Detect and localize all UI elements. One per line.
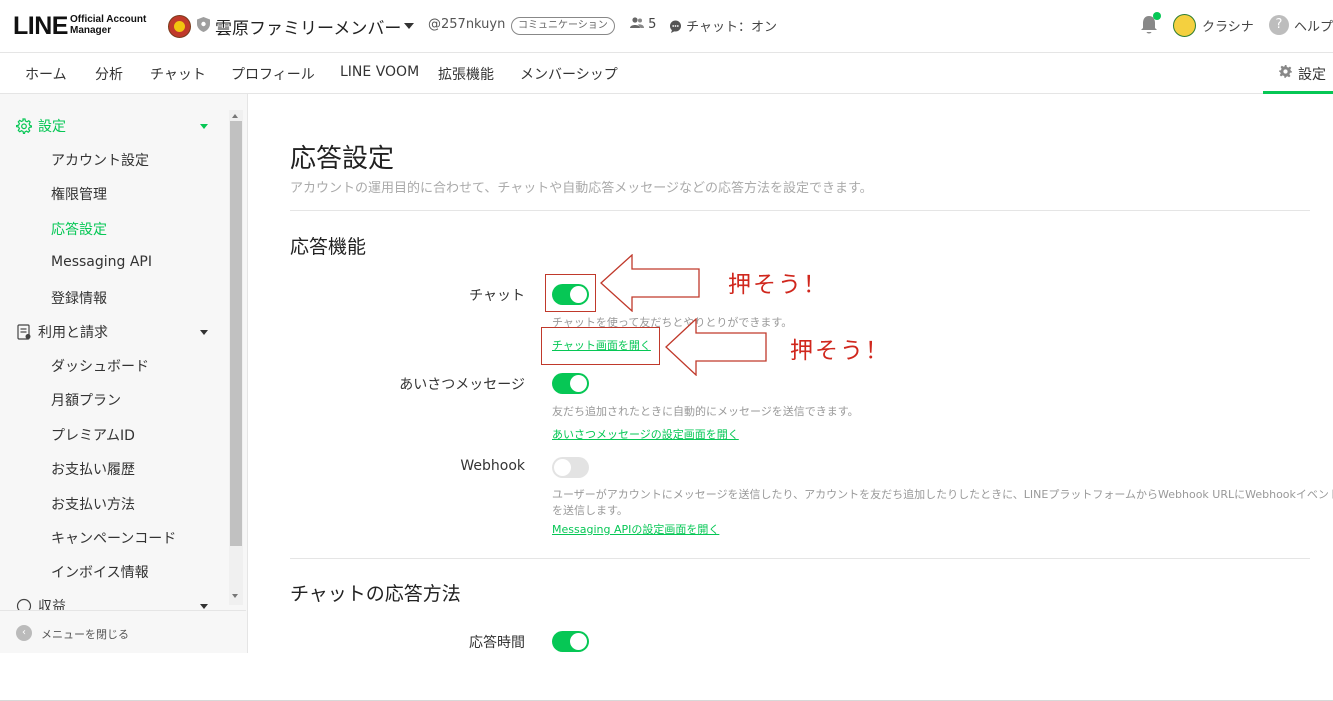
sidebar-item-permissions[interactable]: 権限管理 (51, 184, 107, 204)
greeting-message-label: あいさつメッセージ (399, 377, 525, 393)
sidebar-item-messaging-api[interactable]: Messaging API (51, 254, 152, 270)
chevron-left-icon: ‹ (16, 625, 32, 641)
response-time-toggle[interactable] (552, 631, 589, 652)
chat-label: チャット (469, 288, 525, 304)
webhook-help-text-line1: ユーザーがアカウントにメッセージを送信したり、アカウントを友だち追加したりしたと… (552, 488, 1333, 501)
webhook-help-text-line2: を送信します。 (552, 504, 628, 517)
annotation-arrow-icon (665, 318, 767, 376)
annotation-highlight-box (545, 274, 596, 312)
messaging-api-settings-link[interactable]: Messaging APIの設定画面を開く (552, 521, 719, 537)
nav-settings[interactable]: 設定 (1263, 53, 1333, 94)
greeting-message-toggle[interactable] (552, 373, 589, 394)
friends-count: 5 (630, 17, 656, 32)
account-avatar[interactable] (168, 15, 191, 38)
logo-subtitle-line1: Official Account (70, 14, 147, 25)
notification-dot (1153, 12, 1161, 20)
sidebar-item-payment-history[interactable]: お支払い履歴 (51, 459, 135, 479)
main-nav: ホーム 分析 チャット プロフィール LINE VOOM 拡張機能 メンバーシッ… (0, 53, 1333, 94)
webhook-label: Webhook (460, 458, 525, 474)
toggle-knob (554, 459, 571, 476)
line-logo[interactable]: LINE (13, 12, 68, 41)
chevron-down-icon[interactable] (200, 330, 208, 335)
gear-icon (1279, 65, 1292, 78)
toggle-knob (570, 375, 587, 392)
account-id: @257nkuyn (428, 17, 506, 32)
sidebar-item-payment-method[interactable]: お支払い方法 (51, 494, 135, 514)
annotation-highlight-box (541, 327, 660, 365)
account-name-selector[interactable]: 雲原ファミリーメンバー (215, 14, 401, 39)
chat-bubble-icon (670, 20, 681, 33)
divider (290, 558, 1310, 559)
chat-status-text: チャット：オン (686, 20, 778, 35)
sidebar-item-monthly-plan[interactable]: 月額プラン (51, 390, 121, 410)
nav-settings-label: 設定 (1298, 67, 1326, 83)
nav-membership[interactable]: メンバーシップ (520, 64, 618, 84)
top-header: LINE Official Account Manager 雲原ファミリーメンバ… (0, 0, 1333, 53)
logo-subtitle-line2: Manager (70, 25, 112, 36)
sidebar-item-campaign-code[interactable]: キャンペーンコード (51, 528, 176, 548)
sidebar-item-response-settings[interactable]: 応答設定 (51, 219, 107, 239)
response-time-label: 応答時間 (469, 635, 525, 651)
toggle-knob (570, 633, 587, 650)
chat-status: チャット：オン (669, 16, 777, 35)
gear-outline-icon (15, 118, 33, 135)
greeting-help-text: 友だち追加されたときに自動的にメッセージを送信できます。 (552, 405, 859, 418)
section-title-response-features: 応答機能 (290, 236, 367, 258)
scroll-up-arrow-icon[interactable] (232, 114, 238, 118)
annotation-note: 押そう！ (790, 338, 890, 364)
sidebar-group-settings-label: 設定 (38, 119, 66, 135)
sidebar: 設定 アカウント設定 権限管理 応答設定 Messaging API 登録情報 … (0, 94, 248, 653)
sidebar-group-settings[interactable]: 設定 (15, 116, 66, 136)
nav-chat[interactable]: チャット (150, 64, 206, 84)
nav-line-voom[interactable]: LINE VOOM (340, 64, 419, 80)
close-menu-button[interactable]: ‹ メニューを閉じる (0, 610, 246, 653)
shield-icon (197, 17, 210, 32)
nav-extensions[interactable]: 拡張機能 (438, 64, 494, 84)
document-icon (17, 324, 31, 340)
user-name[interactable]: クラシナ (1202, 16, 1254, 35)
greeting-settings-link[interactable]: あいさつメッセージの設定画面を開く (552, 426, 739, 442)
close-menu-label: メニューを閉じる (41, 628, 129, 641)
sidebar-scrollbar-thumb[interactable] (230, 121, 242, 546)
sidebar-item-registration-info[interactable]: 登録情報 (51, 288, 107, 308)
sidebar-item-invoice-info[interactable]: インボイス情報 (51, 562, 149, 582)
sidebar-item-dashboard[interactable]: ダッシュボード (51, 356, 149, 376)
annotation-note: 押そう！ (728, 272, 828, 298)
section-title-chat-response-method: チャットの応答方法 (290, 583, 461, 605)
account-category-badge: コミュニケーション (511, 17, 615, 35)
scroll-down-arrow-icon[interactable] (232, 594, 238, 598)
webhook-toggle[interactable] (552, 457, 589, 478)
nav-home[interactable]: ホーム (25, 64, 67, 84)
logo-subtitle: Official Account Manager (70, 14, 146, 36)
help-link[interactable]: ヘルプ (1294, 16, 1333, 35)
sidebar-item-premium-id[interactable]: プレミアムID (51, 425, 135, 445)
user-avatar[interactable] (1173, 14, 1196, 37)
chevron-down-icon[interactable] (404, 23, 414, 29)
help-icon[interactable]: ? (1269, 15, 1289, 35)
friends-icon (630, 17, 644, 28)
sidebar-group-billing-label: 利用と請求 (38, 325, 108, 341)
page-description: アカウントの運用目的に合わせて、チャットや自動応答メッセージなどの応答方法を設定… (290, 181, 873, 196)
sidebar-group-billing[interactable]: 利用と請求 (16, 322, 108, 342)
sidebar-item-account-settings[interactable]: アカウント設定 (51, 150, 149, 170)
page-title: 応答設定 (290, 144, 395, 174)
annotation-arrow-icon (600, 254, 700, 312)
nav-profile[interactable]: プロフィール (231, 64, 315, 84)
chevron-down-icon[interactable] (200, 604, 208, 609)
chevron-down-icon[interactable] (200, 124, 208, 129)
friends-count-value: 5 (648, 17, 657, 32)
divider (290, 210, 1310, 211)
nav-analytics[interactable]: 分析 (95, 64, 123, 84)
